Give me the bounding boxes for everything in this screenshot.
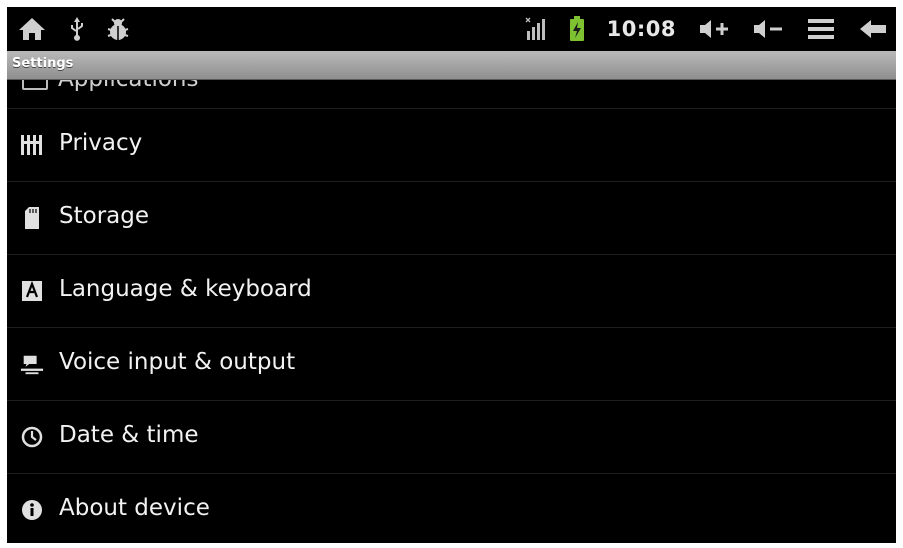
android-debug-icon — [107, 17, 129, 41]
list-item-applications[interactable]: Applications — [7, 80, 896, 109]
language-icon — [20, 279, 44, 303]
battery-charging-icon — [569, 16, 585, 42]
clock-icon — [20, 425, 44, 449]
status-bar: 10:08 — [7, 7, 896, 51]
signal-icon — [525, 17, 547, 41]
list-item-language[interactable]: Language & keyboard — [7, 255, 896, 328]
list-item-label: Date & time — [59, 422, 199, 448]
list-item-voice[interactable]: Voice input & output — [7, 328, 896, 401]
list-item-storage[interactable]: Storage — [7, 182, 896, 255]
list-item-label: About device — [59, 495, 210, 521]
list-item-about[interactable]: About device — [7, 474, 896, 543]
menu-icon[interactable] — [806, 17, 836, 41]
list-item-label: Privacy — [59, 130, 143, 156]
settings-list[interactable]: Applications Privacy Storage Language & … — [7, 80, 896, 543]
usb-icon — [69, 16, 85, 42]
privacy-icon — [20, 133, 44, 157]
sd-card-icon — [20, 206, 44, 230]
list-item-label: Voice input & output — [59, 349, 296, 375]
list-item-label: Applications — [58, 80, 199, 92]
home-icon[interactable] — [17, 16, 47, 42]
list-item-label: Language & keyboard — [59, 276, 312, 302]
info-icon — [20, 498, 44, 522]
applications-icon — [22, 80, 48, 90]
back-icon[interactable] — [858, 17, 888, 41]
volume-down-icon[interactable] — [752, 17, 784, 41]
voice-icon — [20, 352, 44, 376]
status-clock: 10:08 — [606, 17, 676, 41]
android-screen: 10:08 Settings Applications — [7, 7, 896, 543]
list-item-label: Storage — [59, 203, 149, 229]
page-title: Settings — [12, 56, 74, 71]
volume-up-icon[interactable] — [698, 17, 730, 41]
list-item-privacy[interactable]: Privacy — [7, 109, 896, 182]
title-bar: Settings — [7, 51, 896, 80]
list-item-date-time[interactable]: Date & time — [7, 401, 896, 474]
